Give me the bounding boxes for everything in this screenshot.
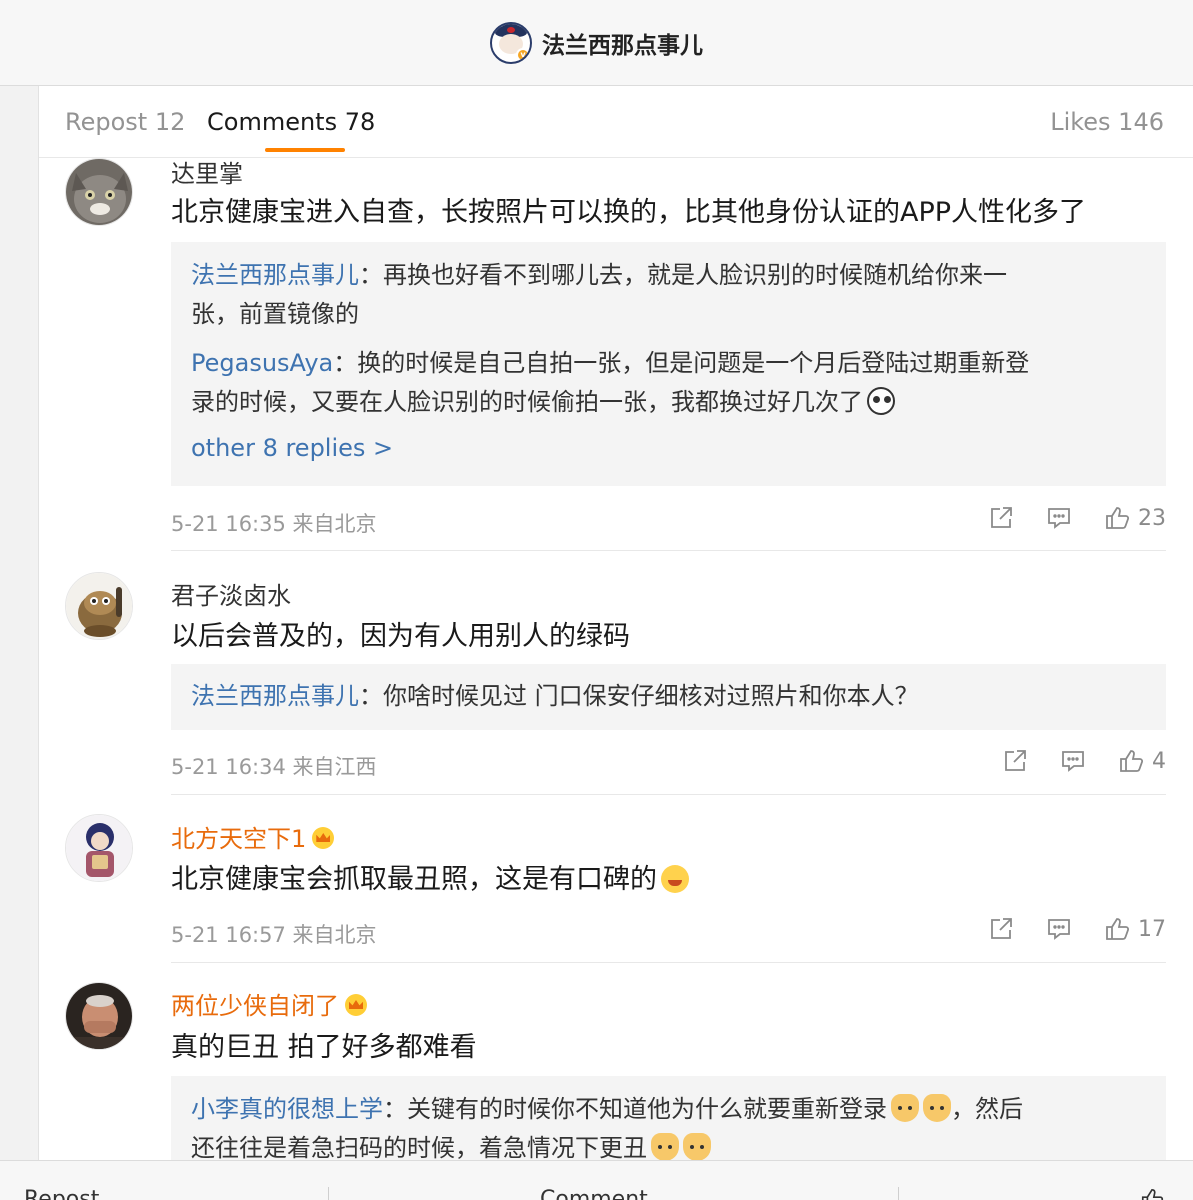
comment-icon [1062,751,1084,772]
like-button[interactable]: 23 [1104,505,1166,531]
more-replies-link[interactable]: other 8 replies > [191,428,1146,468]
comment-meta: 5-21 16:57 来自北京 [171,923,377,947]
reply-text: ：关键有的时候你不知道他为什么就要重新登录 [383,1095,887,1123]
reply-box[interactable]: 法兰西那点事儿：你啥时候见过 门口保安仔细核对过照片和你本人？ [171,664,1166,730]
tab-comments[interactable]: Comments 78 [207,108,375,136]
share-icon [991,918,1012,939]
account-avatar[interactable]: v [490,21,532,64]
panda-emoji-icon [867,387,895,415]
tab-likes[interactable]: Likes 146 [1050,108,1164,136]
bottom-repost-button[interactable]: Repost [24,1187,99,1200]
reply-author[interactable]: 小李真的很想上学 [191,1095,383,1123]
reply-item: PegasusAya：换的时候是自己自拍一张，但是问题是一个月后登陆过期重新登 … [191,344,1146,422]
reply-text: ：换的时候是自己自拍一张，但是问题是一个月后登陆过期重新登 [333,349,1030,377]
yum-face-emoji-icon [661,865,689,893]
divider [328,1187,329,1200]
bottom-action-bar: Repost Comment [0,1160,1193,1200]
avatar[interactable] [65,982,133,1050]
comment-meta: 5-21 16:34 来自江西 [171,755,377,779]
reply-item: 法兰西那点事儿：再换也好看不到哪儿去，就是人脸识别的时候随机给你来一 张，前置镜… [191,256,1146,334]
reply-text-cont: 张，前置镜像的 [191,300,359,328]
commenter-name-text: 两位少侠自闭了 [171,992,339,1020]
thumbs-up-icon [1120,750,1144,772]
comment-text: 以后会普及的，因为有人用别人的绿码 [171,621,630,652]
bottom-like-icon[interactable] [1140,1187,1164,1200]
comment-actions: 17 [988,916,1166,942]
tab-repost[interactable]: Repost 12 [65,108,185,136]
reply-button[interactable] [1060,748,1086,774]
comments-panel: Repost 12 Comments 78 Likes 146 达里掌 北京健康… [38,86,1193,1160]
commenter-name[interactable]: 君子淡卤水 [171,576,291,611]
verified-badge-icon: v [516,47,530,62]
share-icon [1005,750,1026,771]
thumbs-up-icon [1106,918,1130,940]
reply-text: ：再换也好看不到哪儿去，就是人脸识别的时候随机给你来一 [359,261,1007,289]
reply-button[interactable] [1046,916,1072,942]
comment-icon [1048,508,1070,529]
commenter-name-text: 北方天空下1 [171,825,307,853]
avatar[interactable] [65,158,133,226]
active-tab-indicator [265,148,345,152]
bottom-comment-button[interactable]: Comment [540,1187,648,1200]
dog-emoji-icon [683,1133,711,1160]
like-count: 4 [1152,748,1166,774]
reply-text: ：你啥时候见过 门口保安仔细核对过照片和你本人？ [359,682,919,710]
comment-actions: 4 [1002,748,1166,774]
account-header: v 法兰西那点事儿 [0,0,1193,86]
comment-actions: 23 [988,505,1166,531]
comment-icon [1048,919,1070,940]
reply-text-cont: 还往往是着急扫码的时候，着急情况下更丑 [191,1134,647,1160]
reply-text-tail: ，然后 [951,1095,1023,1123]
commenter-name[interactable]: 达里掌 [171,154,243,189]
comment-text: 北京健康宝进入自查，长按照片可以换的，比其他身份认证的APP人性化多了 [171,197,1087,228]
reply-text-cont: 录的时候，又要在人脸识别的时候偷拍一张，我都换过好几次了 [191,388,863,416]
like-count: 17 [1138,916,1166,942]
reply-button[interactable] [1046,505,1072,531]
account-name[interactable]: 法兰西那点事儿 [542,26,703,60]
avatar[interactable] [65,814,133,882]
tab-bar: Repost 12 Comments 78 Likes 146 [39,86,1193,158]
dog-emoji-icon [891,1094,919,1122]
like-count: 23 [1138,505,1166,531]
divider [171,794,1166,795]
vip-crown-icon [312,827,335,849]
commenter-name[interactable]: 北方天空下1 [171,819,335,854]
comment-meta: 5-21 16:35 来自北京 [171,512,377,536]
reply-item: 小李真的很想上学：关键有的时候你不知道他为什么就要重新登录 ，然后 还往往是着急扫… [191,1090,1146,1160]
thumbs-up-icon [1106,507,1130,529]
reply-author[interactable]: 法兰西那点事儿 [191,261,359,289]
reply-box[interactable]: 小李真的很想上学：关键有的时候你不知道他为什么就要重新登录 ，然后 还往往是着急扫… [171,1076,1166,1160]
repost-button[interactable] [1002,748,1028,774]
comment-text: 真的巨丑 拍了好多都难看 [171,1032,477,1063]
divider [898,1187,899,1200]
reply-author[interactable]: PegasusAya [191,349,333,377]
share-icon [991,507,1012,528]
commenter-name[interactable]: 两位少侠自闭了 [171,986,367,1021]
reply-box[interactable]: 法兰西那点事儿：再换也好看不到哪儿去，就是人脸识别的时候随机给你来一 张，前置镜… [171,242,1166,486]
avatar[interactable] [65,572,133,640]
repost-button[interactable] [988,916,1014,942]
comment-text-body: 北京健康宝会抓取最丑照，这是有口碑的 [171,864,657,895]
dog-emoji-icon [923,1094,951,1122]
divider [171,550,1166,551]
reply-author[interactable]: 法兰西那点事儿 [191,682,359,710]
comment-text: 北京健康宝会抓取最丑照，这是有口碑的 [171,857,689,896]
repost-button[interactable] [988,505,1014,531]
reply-item: 法兰西那点事儿：你啥时候见过 门口保安仔细核对过照片和你本人？ [191,677,1146,716]
dog-emoji-icon [651,1133,679,1160]
divider [171,962,1166,963]
like-button[interactable]: 4 [1118,748,1166,774]
like-button[interactable]: 17 [1104,916,1166,942]
vip-crown-icon [345,994,367,1016]
